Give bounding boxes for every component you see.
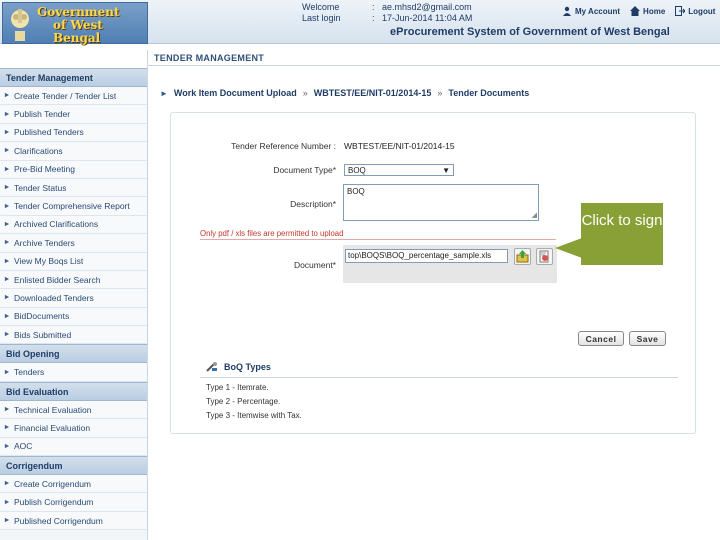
system-title: eProcurement System of Government of Wes… — [390, 26, 670, 38]
arrow-right-icon: ► — [3, 498, 11, 506]
welcome-value: ae.mhsd2@gmail.com — [382, 2, 472, 12]
arrow-right-icon: ► — [160, 88, 168, 98]
arrow-right-icon: ► — [3, 165, 11, 173]
arrow-right-icon: ► — [3, 517, 11, 524]
arrow-right-icon: ► — [3, 276, 11, 284]
file-type-warning: Only pdf / xls files are permitted to up… — [200, 229, 556, 240]
govt-title: Government of West Bengal — [37, 5, 120, 45]
save-button[interactable]: Save — [629, 331, 666, 346]
sidebar-item-published-corrigendum[interactable]: ► Published Corrigendum — [0, 511, 147, 531]
breadcrumb-step-upload: Work Item Document Upload — [173, 88, 297, 98]
cancel-button[interactable]: Cancel — [578, 331, 624, 346]
sidebar-item-bidder-search[interactable]: ► Enlisted Bidder Search — [0, 270, 147, 290]
home-link[interactable]: Home — [630, 6, 665, 16]
boq-type-3: Type 3 - Itemwise with Tax. — [206, 411, 302, 420]
user-info: Welcome : ae.mhsd2@gmail.com Last login … — [302, 2, 473, 23]
my-account-link[interactable]: My Account — [562, 6, 620, 16]
boq-type-2: Type 2 - Percentage. — [206, 397, 281, 406]
breadcrumb: ► Work Item Document Upload » WBTEST/EE/… — [160, 88, 530, 98]
arrow-right-icon: ► — [3, 128, 11, 136]
sidebar-item-publish-corrigendum[interactable]: ► Publish Corrigendum — [0, 493, 147, 512]
arrow-right-icon: ► — [3, 220, 11, 228]
welcome-label: Welcome — [302, 2, 340, 12]
resize-handle-icon[interactable]: ◢ — [532, 211, 537, 219]
breadcrumb-step-reference[interactable]: WBTEST/EE/NIT-01/2014-15 — [314, 88, 432, 98]
sidebar-item-archive-tenders[interactable]: ► Archive Tenders — [0, 234, 147, 253]
emblem-icon — [11, 9, 29, 41]
description-textarea[interactable]: BOQ ◢ — [343, 184, 539, 221]
logout-link[interactable]: Logout — [675, 6, 715, 16]
arrow-right-icon: ► — [3, 239, 11, 247]
header: Government of West Bengal Welcome : ae.m… — [0, 0, 720, 45]
sidebar-item-create-corrigendum[interactable]: ► Create Corrigendum — [0, 475, 147, 494]
sidebar-item-comprehensive-report[interactable]: ► Tender Comprehensive Report — [0, 197, 147, 216]
sidebar-item-view-boqs[interactable]: ► View My Boqs List — [0, 252, 147, 271]
sign-button[interactable] — [536, 248, 553, 265]
arrow-right-icon: ► — [3, 257, 11, 265]
sidebar-item-archived-clarifications[interactable]: ► Archived Clarifications — [0, 215, 147, 235]
boq-type-1: Type 1 - Itemrate. — [206, 383, 269, 392]
arrow-right-icon: ► — [3, 294, 11, 302]
boq-types-heading: BoQ Types — [206, 362, 271, 372]
click-to-sign-tooltip: Click to sign — [581, 203, 663, 265]
sidebar-section-bid-evaluation: Bid Evaluation — [0, 381, 147, 401]
tooltip-pointer — [555, 238, 582, 258]
sidebar-item-financial-evaluation[interactable]: ► Financial Evaluation — [0, 419, 147, 438]
sidebar-section-bid-opening: Bid Opening — [0, 344, 147, 364]
tools-icon — [206, 362, 217, 372]
sidebar-item-technical-evaluation[interactable]: ► Technical Evaluation — [0, 400, 147, 420]
document-label: Document* — [293, 260, 336, 270]
document-type-select[interactable]: BOQ ▼ — [344, 164, 454, 176]
arrow-right-icon: ► — [3, 110, 11, 118]
arrow-right-icon: ► — [3, 442, 11, 450]
arrow-right-icon: ► — [3, 92, 11, 100]
top-links: My Account Home Logout — [562, 6, 715, 16]
arrow-right-icon: ► — [3, 424, 11, 432]
sidebar-section-corrigendum: Corrigendum — [0, 456, 147, 476]
upload-button[interactable] — [514, 248, 531, 265]
breadcrumb-step-documents[interactable]: Tender Documents — [448, 88, 529, 98]
sidebar-item-downloaded-tenders[interactable]: ► Downloaded Tenders — [0, 289, 147, 308]
tender-ref-value: WBTEST/EE/NIT-01/2014-15 — [344, 141, 455, 151]
sidebar-item-tender-status[interactable]: ► Tender Status — [0, 178, 147, 198]
document-file-input[interactable]: top\BOQS\BOQ_percentage_sample.xls — [345, 249, 508, 263]
sidebar-item-published-tenders[interactable]: ► Published Tenders — [0, 123, 147, 143]
arrow-right-icon: ► — [3, 184, 11, 192]
section-title: TENDER MANAGEMENT — [148, 50, 720, 66]
tender-ref-label: Tender Reference Number : — [231, 141, 336, 151]
arrow-right-icon: ► — [3, 147, 11, 155]
upload-icon — [516, 250, 529, 263]
document-type-label: Document Type* — [273, 165, 336, 175]
last-login-value: 17-Jun-2014 11:04 AM — [382, 13, 473, 23]
sidebar-item-bids-submitted[interactable]: ► Bids Submitted — [0, 326, 147, 345]
user-icon — [563, 6, 571, 16]
arrow-right-icon: ► — [3, 406, 11, 414]
sidebar-item-tenders[interactable]: ► Tenders — [0, 363, 147, 382]
arrow-right-icon: ► — [3, 480, 11, 488]
sidebar-section-tender-management: Tender Management — [0, 68, 147, 87]
sidebar-item-bid-documents[interactable]: ► BidDocuments — [0, 307, 147, 327]
sidebar-item-create-tender[interactable]: ► Create Tender / Tender List — [0, 87, 147, 106]
page: Government of West Bengal Welcome : ae.m… — [0, 0, 720, 540]
sidebar-item-aoc[interactable]: ► AOC — [0, 437, 147, 457]
arrow-right-icon: ► — [3, 331, 11, 339]
sidebar-item-publish-tender[interactable]: ► Publish Tender — [0, 105, 147, 124]
arrow-right-icon: ► — [3, 368, 11, 376]
arrow-right-icon: ► — [3, 202, 11, 210]
logout-icon — [675, 6, 686, 16]
govt-logo[interactable]: Government of West Bengal — [2, 2, 148, 45]
sign-certificate-icon — [539, 250, 549, 263]
arrow-right-icon: ► — [3, 312, 11, 320]
dropdown-arrow-icon: ▼ — [442, 165, 450, 175]
sidebar: Tender Management ► Create Tender / Tende… — [0, 50, 148, 540]
sidebar-item-pre-bid-meeting[interactable]: ► Pre-Bid Meeting — [0, 160, 147, 179]
sidebar-item-clarifications[interactable]: ► Clarifications — [0, 142, 147, 161]
last-login-label: Last login — [302, 13, 341, 23]
home-icon — [630, 6, 641, 16]
description-label: Description* — [290, 199, 336, 209]
